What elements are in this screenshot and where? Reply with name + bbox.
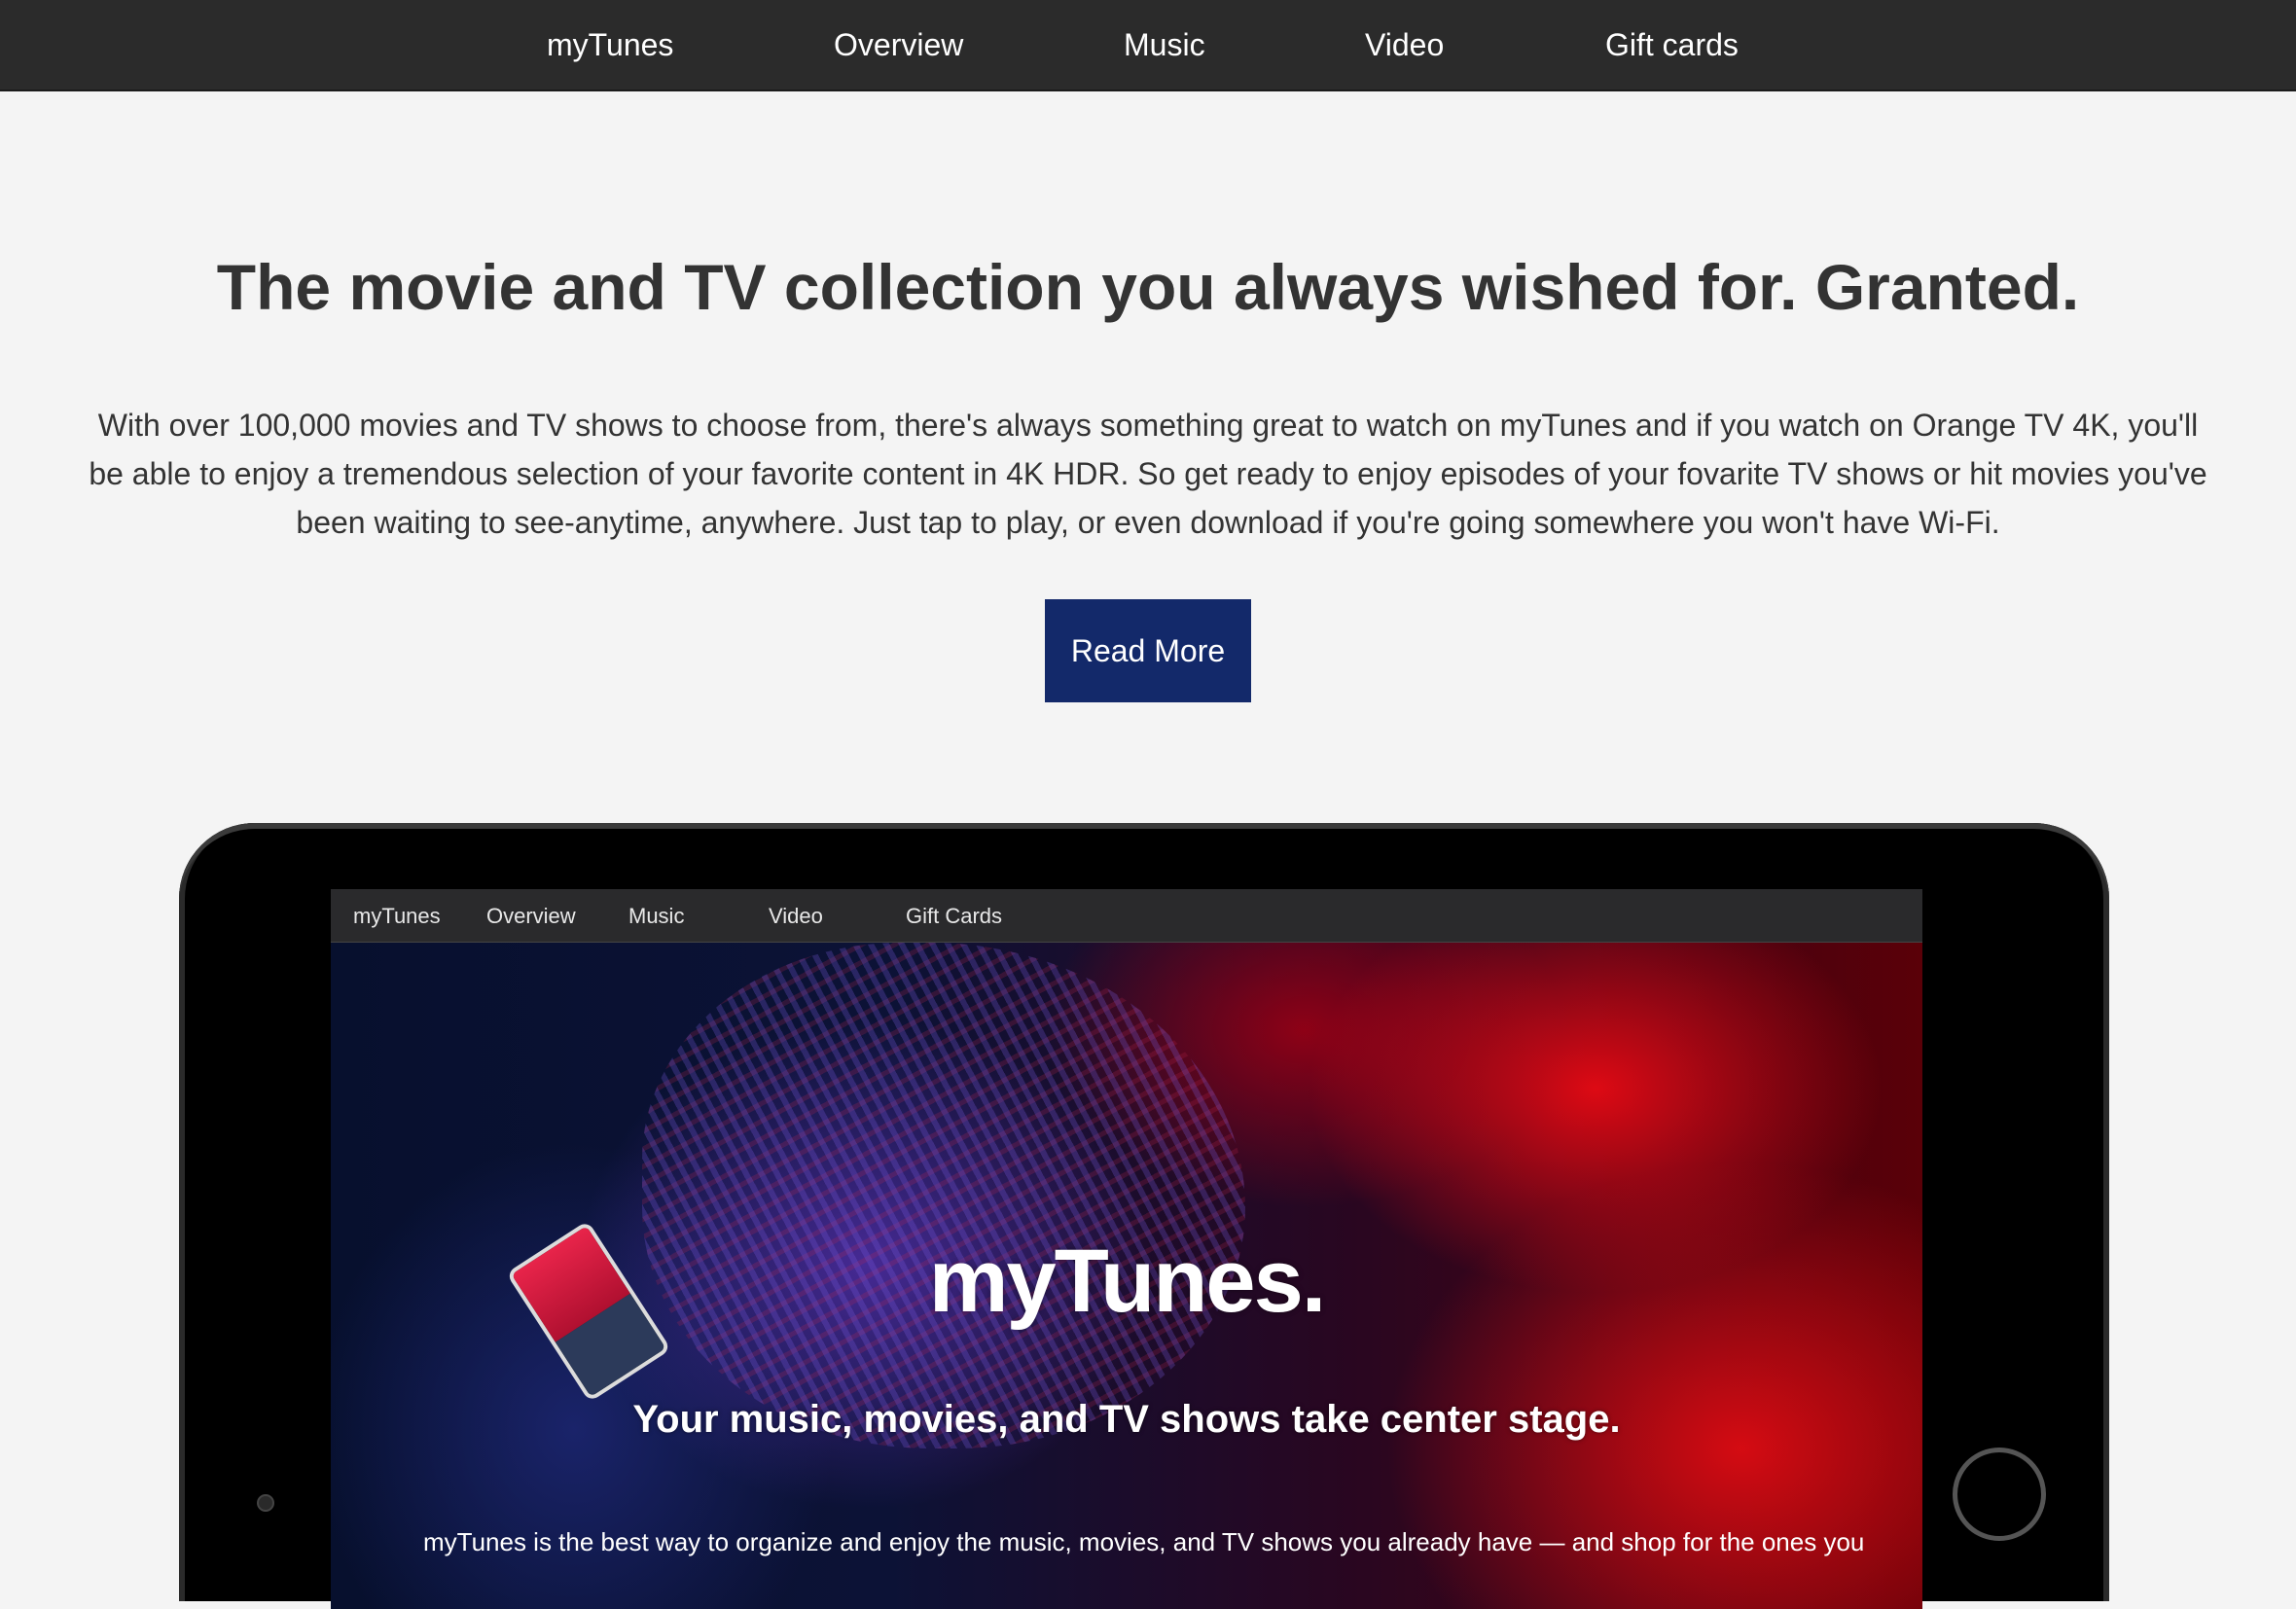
nav-item-gift-cards[interactable]: Gift cards: [1605, 0, 1739, 89]
top-navigation-bar: myTunes Overview Music Video Gift cards: [0, 0, 2296, 91]
screen-nav-item-video: Video: [769, 904, 823, 928]
screen-nav-item-music: Music: [628, 904, 685, 928]
screen-nav-item-mytunes: myTunes: [353, 904, 441, 928]
nav-item-overview[interactable]: Overview: [834, 0, 963, 89]
nav-item-video[interactable]: Video: [1365, 0, 1444, 89]
page-headline: The movie and TV collection you always w…: [216, 251, 2080, 323]
tablet-home-button-icon: [1953, 1448, 2046, 1541]
nav-item-mytunes[interactable]: myTunes: [547, 0, 673, 89]
tablet-screen-nav: myTunes Overview Music Video Gift Cards: [331, 889, 1922, 943]
screen-nav-item-gift-cards: Gift Cards: [906, 904, 1003, 928]
tablet-device-image: myTunes Overview Music Video Gift Cards …: [179, 823, 2109, 1609]
tablet-hero-image: myTunes. Your music, movies, and TV show…: [331, 943, 1922, 1609]
tablet-camera-icon: [257, 1494, 274, 1512]
intro-paragraph: With over 100,000 movies and TV shows to…: [89, 408, 2207, 540]
hero-braids-graphic: [642, 943, 1245, 1448]
nav-item-music[interactable]: Music: [1124, 0, 1205, 89]
hero-tagline: Your music, movies, and TV shows take ce…: [632, 1398, 1621, 1441]
hero-body-text: myTunes is the best way to organize and …: [423, 1527, 1865, 1556]
tablet-screen: myTunes Overview Music Video Gift Cards …: [331, 889, 1922, 1609]
read-more-button[interactable]: Read More: [1045, 599, 1251, 702]
hero-mytunes-logo: myTunes.: [928, 1232, 1327, 1331]
screen-nav-item-overview: Overview: [486, 904, 576, 928]
